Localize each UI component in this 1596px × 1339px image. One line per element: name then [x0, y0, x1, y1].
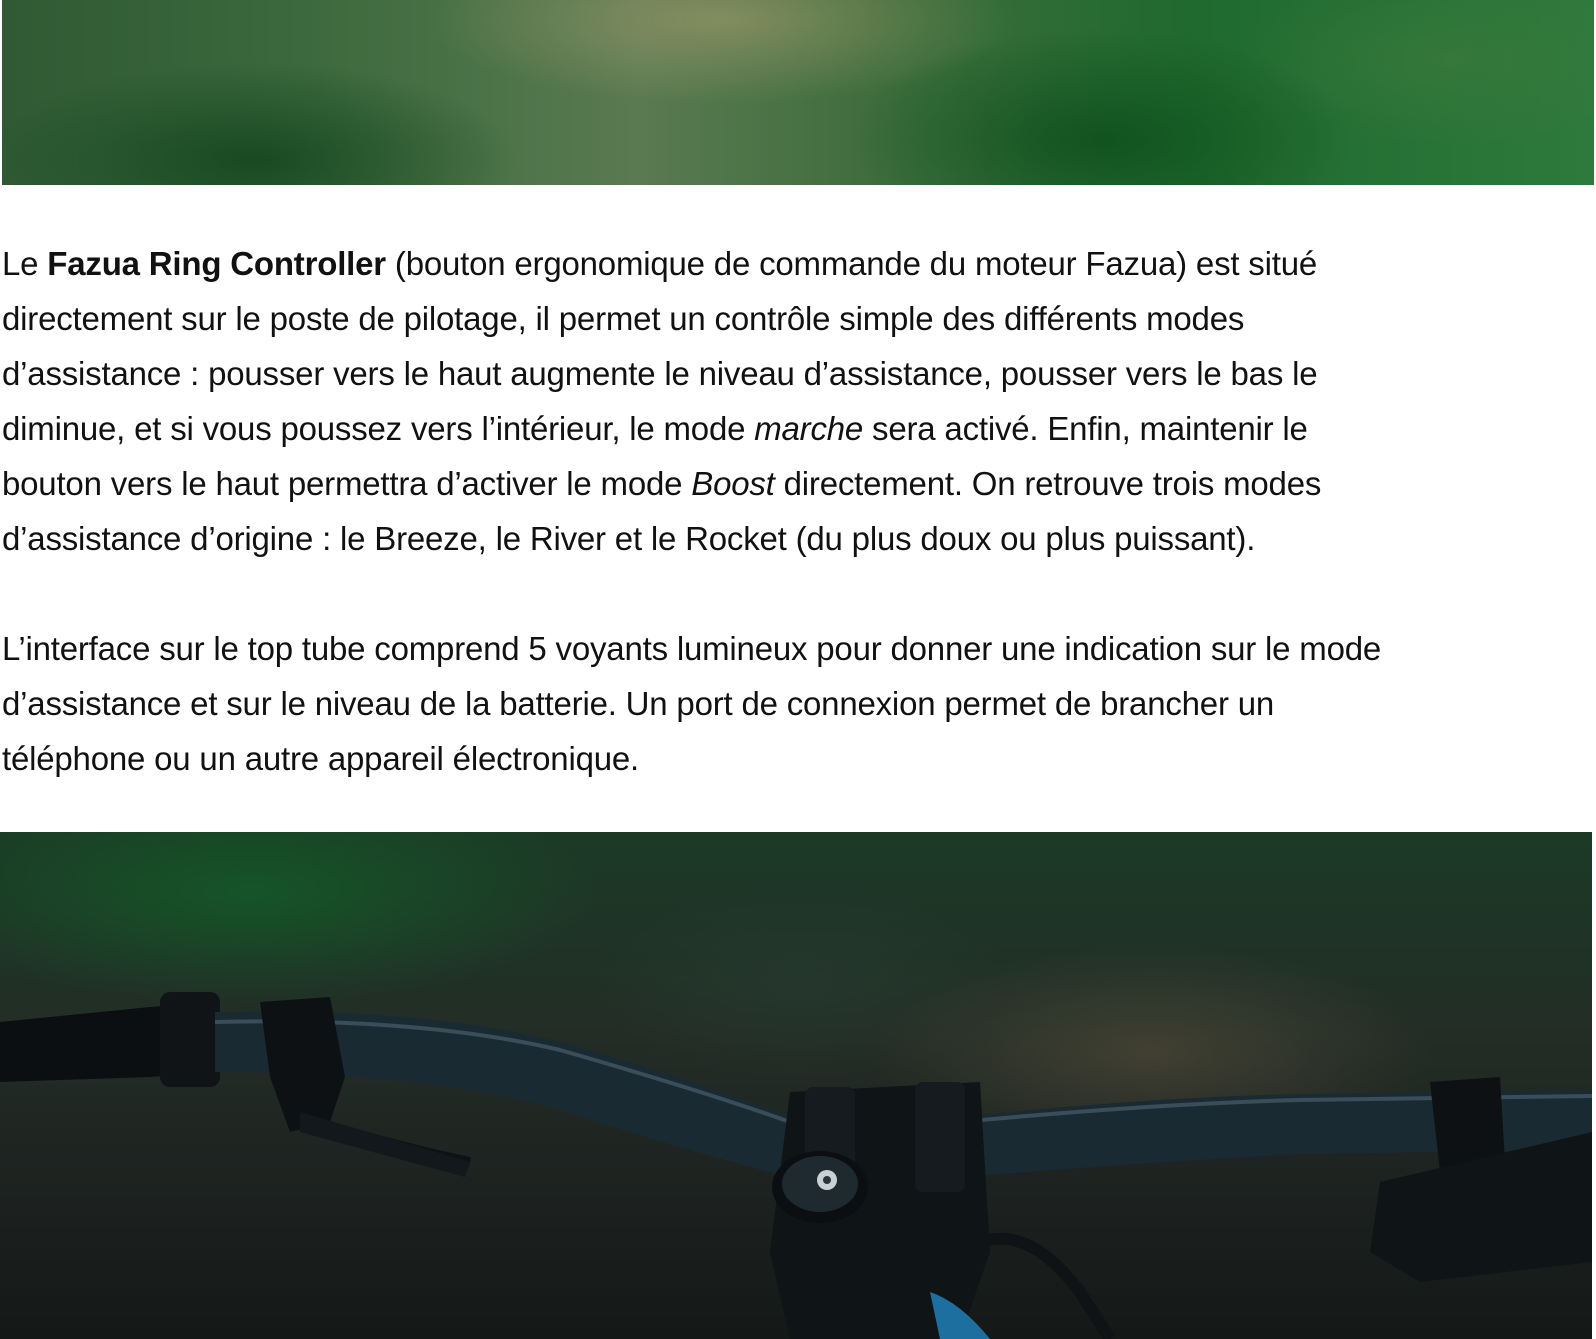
- paragraph-interface: L’interface sur le top tube comprend 5 v…: [2, 621, 1592, 786]
- text-line: L’interface sur le top tube comprend 5 v…: [2, 630, 1382, 667]
- article-body: Le Fazua Ring Controller (bouton ergonom…: [2, 236, 1592, 786]
- paragraph-ring-controller: Le Fazua Ring Controller (bouton ergonom…: [2, 236, 1592, 566]
- grip-lock-ring: [160, 992, 220, 1087]
- text-run: (bouton ergonomique de commande du moteu…: [385, 245, 1318, 282]
- text-line: d’assistance d’origine : le Breeze, le R…: [2, 520, 1256, 557]
- stem-clamp-right: [915, 1082, 965, 1192]
- text-line: bouton vers le haut permettra d’activer …: [2, 456, 1592, 511]
- text-line: diminue, et si vous poussez vers l’intér…: [2, 401, 1592, 456]
- product-name: Fazua Ring Controller: [47, 245, 386, 282]
- handlebar-photo: [0, 832, 1592, 1339]
- text-line: Le Fazua Ring Controller (bouton ergonom…: [2, 236, 1592, 291]
- text-line: d’assistance : pousser vers le haut augm…: [2, 355, 1318, 392]
- left-brake-lever: [300, 1112, 470, 1177]
- text-line: d’assistance et sur le niveau de la batt…: [2, 685, 1275, 722]
- text-line: directement sur le poste de pilotage, il…: [2, 300, 1245, 337]
- left-brake-clamp: [260, 997, 345, 1132]
- mode-name-marche: marche: [754, 410, 864, 447]
- mode-name-boost: Boost: [691, 465, 775, 502]
- forest-photo-top: [2, 0, 1594, 185]
- ring-controller-dot: [823, 1176, 831, 1184]
- text-line: téléphone ou un autre appareil électroni…: [2, 740, 640, 777]
- text-run: sera activé. Enfin, maintenir le: [863, 410, 1308, 447]
- text-run: bouton vers le haut permettra d’activer …: [2, 465, 692, 502]
- text-run: directement. On retrouve trois modes: [774, 465, 1322, 502]
- text-run: Le: [2, 245, 48, 282]
- text-run: diminue, et si vous poussez vers l’intér…: [2, 410, 755, 447]
- handlebar-illustration: [0, 992, 1592, 1339]
